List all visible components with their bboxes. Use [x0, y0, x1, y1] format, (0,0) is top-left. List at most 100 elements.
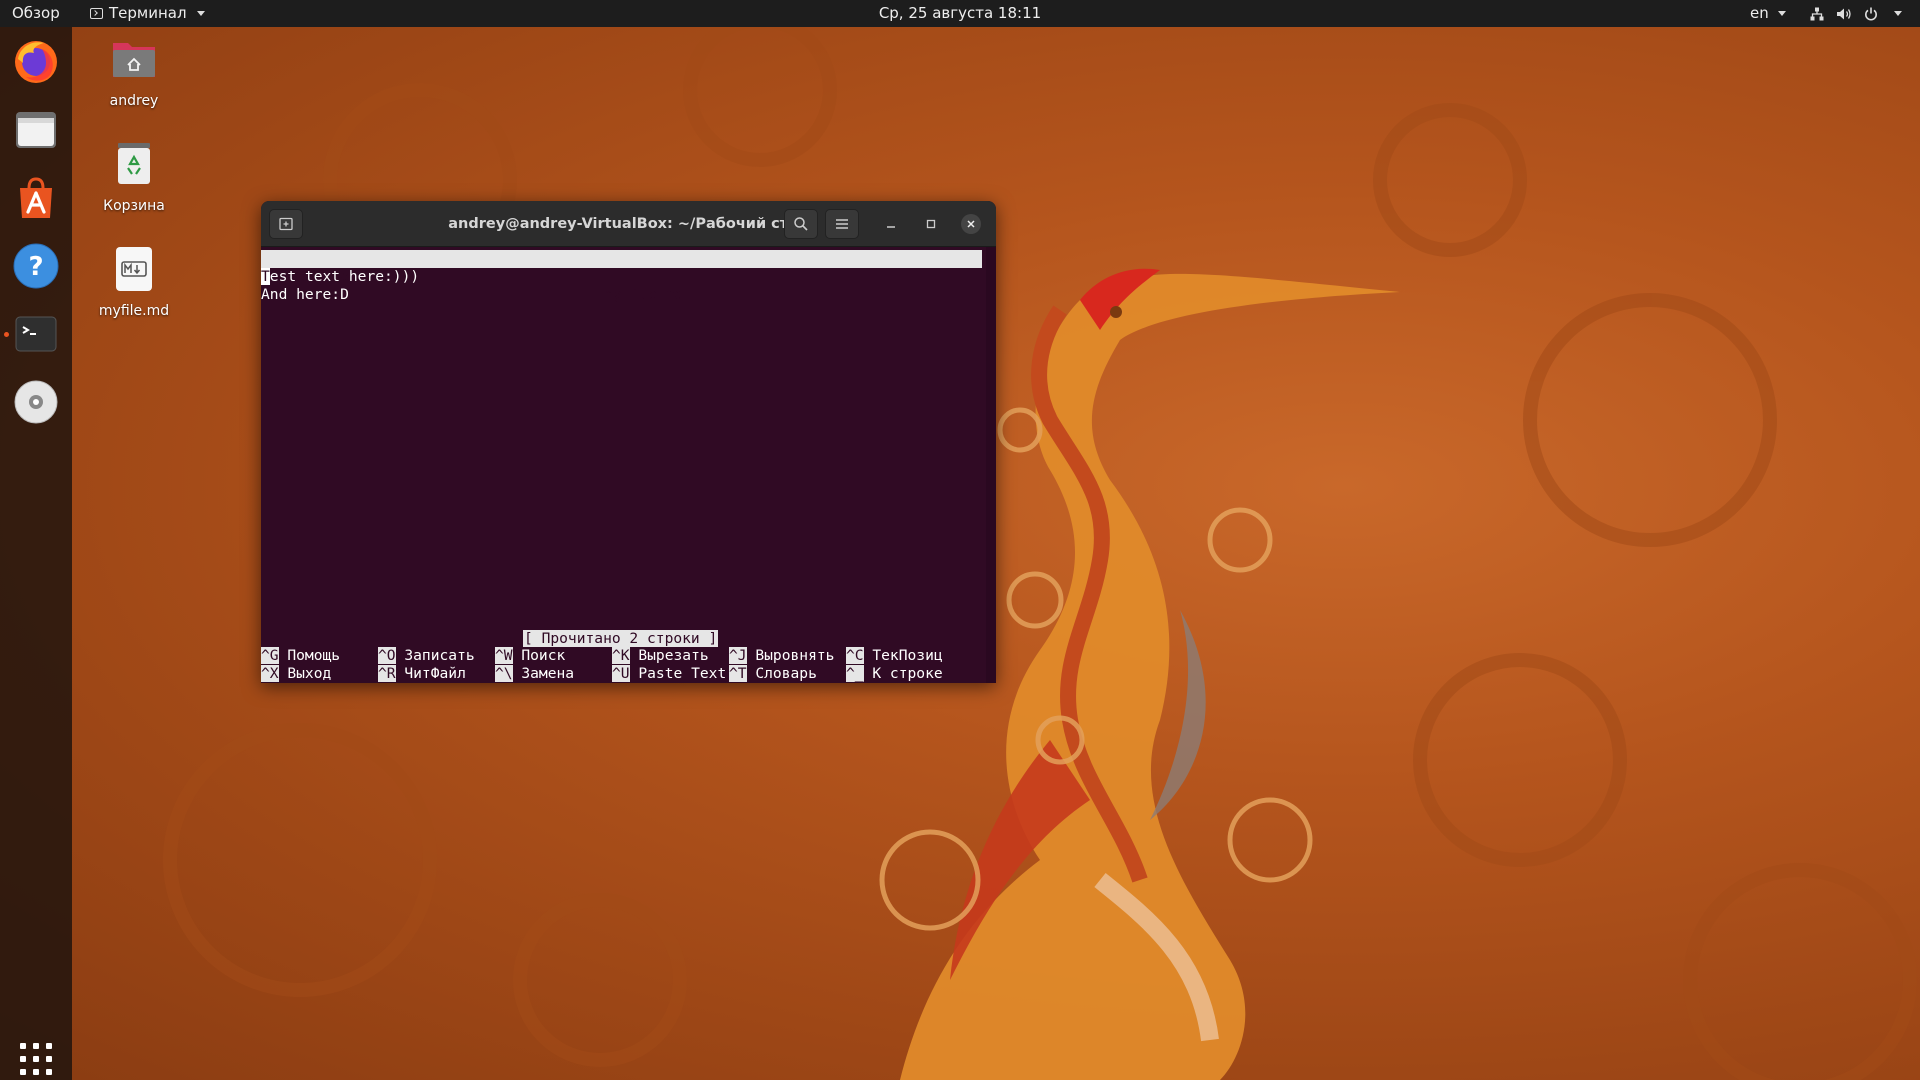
home-folder-icon: [113, 43, 155, 77]
datetime-label[interactable]: Ср, 25 августа 18:11: [879, 4, 1041, 22]
files-icon: [16, 112, 56, 148]
shortcut-key: ^\: [495, 665, 513, 682]
shortcut-label: Выровнять: [746, 647, 835, 664]
text-line-2: And here:D: [261, 286, 349, 303]
nano-status-message: [ Прочитано 2 строки ]: [523, 630, 719, 647]
markdown-file-icon: [116, 247, 152, 291]
shortcut-label: ТекПозиц: [863, 647, 943, 664]
terminal-title: andrey@andrey-VirtualBox: ~/Рабочий стол: [448, 216, 809, 232]
dock: ?: [0, 27, 72, 1080]
trash-icon: [118, 143, 150, 184]
desktop-icon-trash[interactable]: Корзина: [79, 140, 189, 214]
text-line-1: Test text here:))): [261, 268, 419, 286]
keyboard-layout-label: en: [1750, 4, 1769, 22]
nano-filename: myfile.md: [604, 286, 684, 303]
shortcut-key: ^U: [612, 665, 630, 682]
shortcut-label: К строке: [863, 665, 943, 682]
shortcut-key: ^T: [729, 665, 747, 682]
dock-files[interactable]: [12, 106, 60, 154]
shortcut-label: Выход: [278, 665, 332, 682]
dock-disc[interactable]: [12, 378, 60, 426]
dock-firefox[interactable]: [12, 37, 60, 85]
shortcut-key: ^C: [846, 647, 864, 664]
shortcut-exit: ^X Выход: [261, 665, 331, 683]
hamburger-icon: [836, 219, 848, 229]
shortcut-help: ^G Помощь: [261, 647, 340, 665]
desktop-icon-label: Корзина: [103, 198, 165, 214]
system-tray[interactable]: [1810, 0, 1902, 27]
text-cursor: T: [261, 268, 270, 285]
dock-help[interactable]: ?: [12, 242, 60, 290]
activities-button[interactable]: Обзор: [12, 0, 60, 27]
new-tab-button[interactable]: [269, 209, 303, 239]
text-line-1-rest: est text here:))): [269, 268, 420, 285]
close-icon: [967, 220, 975, 228]
clock-container: Ср, 25 августа 18:11: [0, 0, 1920, 27]
desktop-icon-label: myfile.md: [98, 303, 170, 319]
dock-software[interactable]: [12, 174, 60, 222]
shortcut-justify: ^J Выровнять: [729, 647, 834, 665]
shortcut-key: ^R: [378, 665, 396, 682]
close-button[interactable]: [961, 214, 981, 234]
shortcut-search: ^W Поиск: [495, 647, 565, 665]
shortcut-curpos: ^C ТекПозиц: [846, 647, 943, 665]
chevron-down-icon: [196, 11, 205, 16]
shortcut-label: Поиск: [512, 647, 566, 664]
shortcut-key: ^_: [846, 665, 864, 682]
shortcut-replace: ^\ Замена: [495, 665, 574, 683]
shortcut-key: ^K: [612, 647, 630, 664]
chevron-down-icon: [1777, 11, 1786, 16]
shortcut-read-file: ^R ЧитФайл: [378, 665, 466, 683]
shortcut-label: Помощь: [278, 647, 341, 664]
help-icon: ?: [13, 243, 59, 289]
software-icon: [20, 177, 52, 218]
shortcut-write: ^O Записать: [378, 647, 475, 665]
svg-text:?: ?: [28, 252, 43, 282]
search-icon: [794, 217, 808, 231]
desktop-icon-myfile[interactable]: myfile.md: [79, 245, 189, 319]
shortcut-label: Замена: [512, 665, 575, 682]
dock-terminal[interactable]: [4, 310, 60, 358]
terminal-headerbar: andrey@andrey-VirtualBox: ~/Рабочий стол: [261, 201, 996, 247]
shortcut-key: ^W: [495, 647, 513, 664]
network-icon: [1810, 7, 1824, 20]
shortcut-spell: ^T Словарь: [729, 665, 817, 683]
search-button[interactable]: [784, 209, 818, 239]
chevron-down-icon: [1894, 11, 1902, 16]
minimize-icon: [887, 226, 895, 228]
menu-button[interactable]: [825, 209, 859, 239]
app-menu[interactable]: Терминал: [90, 0, 205, 27]
top-bar: Обзор Терминал Ср, 25 августа 18:11 en: [0, 0, 1920, 27]
volume-icon: [1837, 8, 1851, 19]
new-tab-icon: [279, 217, 293, 231]
nano-header: GNU nano 4.8 myfile.md: [261, 250, 982, 303]
firefox-icon: [15, 41, 57, 83]
minimize-button[interactable]: [881, 214, 901, 234]
shortcut-key: ^J: [729, 647, 747, 664]
terminal-window: andrey@andrey-VirtualBox: ~/Рабочий стол: [261, 201, 996, 683]
disc-icon: [14, 380, 58, 424]
shortcut-label: Записать: [395, 647, 475, 664]
terminal-small-icon: [90, 8, 103, 19]
maximize-icon: [926, 219, 936, 229]
power-icon: [1865, 7, 1877, 21]
shortcut-key: ^O: [378, 647, 396, 664]
keyboard-layout[interactable]: en: [1750, 0, 1786, 27]
shortcut-key: ^X: [261, 665, 279, 682]
shortcut-label: Вырезать: [629, 647, 709, 664]
shortcut-label: Paste Text: [629, 665, 727, 682]
apps-grid-icon[interactable]: [20, 1043, 52, 1075]
running-indicator: [4, 332, 9, 337]
maximize-button[interactable]: [921, 214, 941, 234]
shortcut-label: Словарь: [746, 665, 817, 682]
shortcut-key: ^G: [261, 647, 279, 664]
terminal-scrollbar[interactable]: [986, 247, 996, 683]
desktop-icon-home[interactable]: andrey: [79, 35, 189, 109]
shortcut-label: ЧитФайл: [395, 665, 466, 682]
shortcut-goto-line: ^_ К строке: [846, 665, 943, 683]
terminal-content[interactable]: GNU nano 4.8 myfile.md Test text here:))…: [261, 247, 986, 683]
terminal-icon: [15, 316, 57, 352]
shortcut-cut: ^K Вырезать: [612, 647, 709, 665]
app-menu-label: Терминал: [109, 4, 187, 22]
desktop-icon-label: andrey: [109, 93, 159, 109]
